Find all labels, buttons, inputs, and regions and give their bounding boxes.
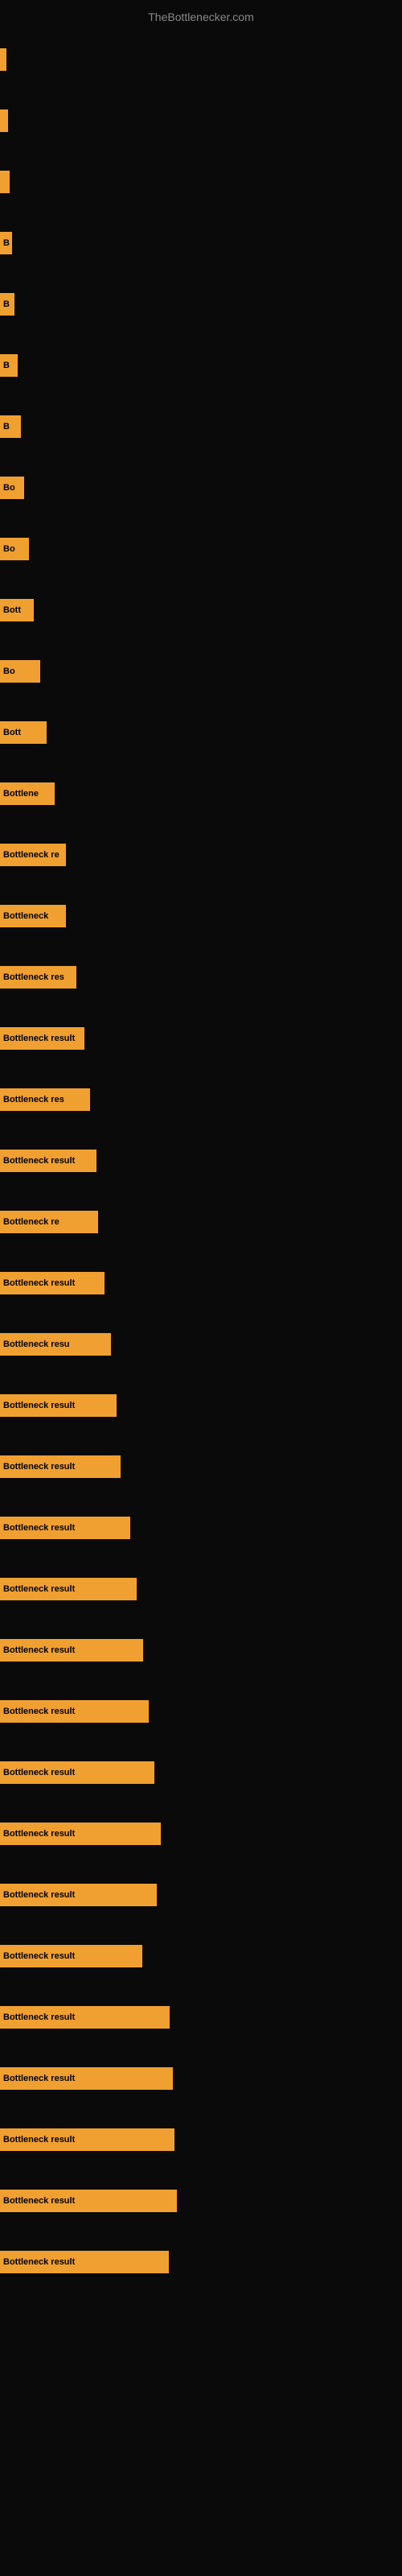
bar-row: [0, 171, 402, 193]
bar: Bottleneck re: [0, 1211, 98, 1233]
bar: B: [0, 293, 14, 316]
bar-row: Bottleneck result: [0, 2006, 402, 2029]
bar-row: Bottleneck result: [0, 1455, 402, 1478]
bar-row: Bo: [0, 538, 402, 560]
bar: Bott: [0, 721, 47, 744]
bar: Bottleneck result: [0, 1455, 121, 1478]
bar-row: Bottleneck result: [0, 1272, 402, 1294]
bar-row: Bottleneck result: [0, 1884, 402, 1906]
bar-row: B: [0, 415, 402, 438]
bar-row: Bottleneck result: [0, 1823, 402, 1845]
bar: [0, 109, 8, 132]
bar: Bottleneck result: [0, 1578, 137, 1600]
bar-row: Bottleneck result: [0, 1517, 402, 1539]
bar: B: [0, 232, 12, 254]
bar-row: Bottleneck result: [0, 1945, 402, 1967]
bar-row: Bottleneck result: [0, 1027, 402, 1050]
bar: Bottleneck result: [0, 2190, 177, 2212]
bar: Bottleneck resu: [0, 1333, 111, 1356]
bar-row: Bottleneck: [0, 905, 402, 927]
bar-row: Bottleneck res: [0, 1088, 402, 1111]
bar-row: Bottleneck result: [0, 1578, 402, 1600]
bar: Bottleneck result: [0, 1823, 161, 1845]
bar-row: B: [0, 293, 402, 316]
bar: Bottleneck res: [0, 1088, 90, 1111]
bars-container: B B B B Bo Bo Bott Bo Bott Bottlene Bottleneck re B…: [0, 24, 402, 2576]
bar: Bottleneck result: [0, 1884, 157, 1906]
bar: Bottleneck result: [0, 1150, 96, 1172]
bar-row: Bottleneck result: [0, 1150, 402, 1172]
bar-row: Bottleneck result: [0, 1394, 402, 1417]
bar-row: Bott: [0, 721, 402, 744]
bar: Bottleneck res: [0, 966, 76, 989]
bar: Bo: [0, 477, 24, 499]
bar: Bottleneck result: [0, 1027, 84, 1050]
bar-row: Bottleneck result: [0, 2128, 402, 2151]
bar-row: B: [0, 354, 402, 377]
bar: B: [0, 415, 21, 438]
bar: Bo: [0, 538, 29, 560]
bar: Bottleneck result: [0, 1761, 154, 1784]
bar: Bottleneck result: [0, 2006, 170, 2029]
bar: Bottleneck result: [0, 1394, 117, 1417]
bar: [0, 171, 10, 193]
bar: Bottleneck: [0, 905, 66, 927]
bar-row: Bottleneck result: [0, 1761, 402, 1784]
bar: Bottleneck result: [0, 1700, 149, 1723]
bar: Bottlene: [0, 782, 55, 805]
bar-row: Bo: [0, 660, 402, 683]
bar: Bottleneck result: [0, 1639, 143, 1662]
bar-row: [0, 48, 402, 71]
bar-row: [0, 109, 402, 132]
bar-row: Bottleneck re: [0, 844, 402, 866]
bar-row: Bottleneck re: [0, 1211, 402, 1233]
bar: Bottleneck result: [0, 1517, 130, 1539]
bar: Bottleneck result: [0, 2251, 169, 2273]
bar-row: Bottleneck resu: [0, 1333, 402, 1356]
bar-row: Bottleneck result: [0, 2251, 402, 2273]
bar-row: Bottleneck result: [0, 2190, 402, 2212]
bar-row: Bottleneck result: [0, 1639, 402, 1662]
bar: B: [0, 354, 18, 377]
bar-row: Bo: [0, 477, 402, 499]
bar: Bottleneck re: [0, 844, 66, 866]
bar: Bo: [0, 660, 40, 683]
bar: [0, 48, 6, 71]
bar: Bott: [0, 599, 34, 621]
bar: Bottleneck result: [0, 2128, 174, 2151]
bar-row: Bott: [0, 599, 402, 621]
bar-row: B: [0, 232, 402, 254]
bar-row: Bottleneck result: [0, 1700, 402, 1723]
bar-row: Bottlene: [0, 782, 402, 805]
bar-row: Bottleneck result: [0, 2067, 402, 2090]
bar: Bottleneck result: [0, 2067, 173, 2090]
bar-row: Bottleneck res: [0, 966, 402, 989]
bar: Bottleneck result: [0, 1272, 105, 1294]
bar: Bottleneck result: [0, 1945, 142, 1967]
